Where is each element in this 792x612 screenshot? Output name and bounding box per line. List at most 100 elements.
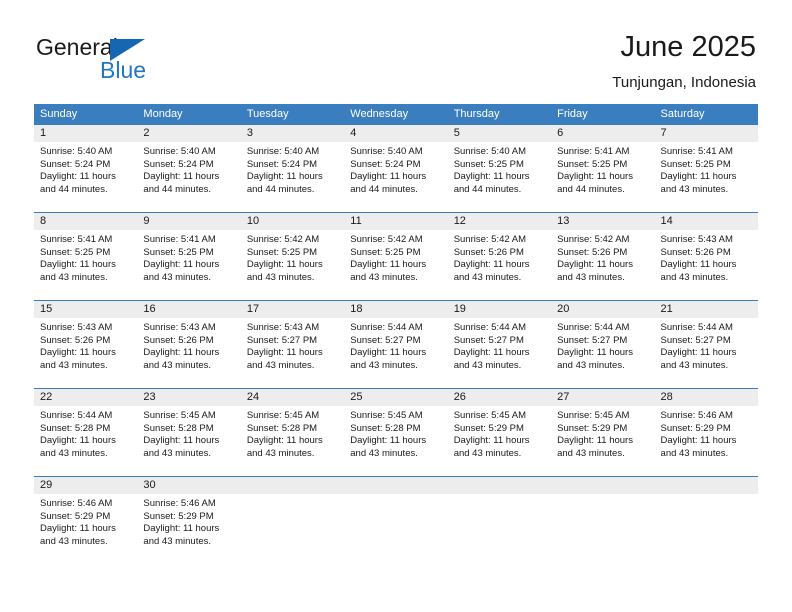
day-details: Sunrise: 5:42 AM Sunset: 5:25 PM Daylight:…: [344, 230, 447, 284]
daylight-text-line1: Daylight: 11 hours: [143, 171, 220, 183]
sunrise-text: Sunrise: 5:42 AM: [453, 234, 527, 245]
day-cell[interactable]: 13 Sunrise: 5:42 AM Sunset: 5:26 PM Dayligh…: [551, 213, 655, 293]
sunrise-text: Sunrise: 5:46 AM: [143, 498, 216, 509]
daylight-text-line2: and 43 minutes.: [246, 447, 315, 459]
day-cell[interactable]: 9 Sunrise: 5:41 AM Sunset: 5:25 PM Daylight…: [137, 213, 241, 293]
daylight-text-line1: Daylight: 11 hours: [557, 435, 633, 447]
daylight-text-line2: and 43 minutes.: [143, 271, 212, 283]
daylight-text-line1: Daylight: 11 hours: [557, 259, 633, 271]
sunrise-text: Sunrise: 5:44 AM: [660, 322, 733, 333]
day-details: Sunrise: 5:41 AM Sunset: 5:25 PM Daylight:…: [655, 142, 758, 196]
day-cell[interactable]: 10 Sunrise: 5:42 AM Sunset: 5:25 PM Dayligh…: [240, 213, 345, 293]
day-details: Sunrise: 5:40 AM Sunset: 5:24 PM Daylight:…: [137, 142, 240, 196]
day-cell[interactable]: 7 Sunrise: 5:41 AM Sunset: 5:25 PM Daylight…: [654, 125, 758, 205]
weekday-header-row: Sunday Monday Tuesday Wednesday Thursday Frid…: [34, 104, 758, 125]
day-cell[interactable]: 17 Sunrise: 5:43 AM Sunset: 5:27 PM Dayligh…: [240, 301, 345, 381]
day-number: [240, 477, 345, 494]
day-cell[interactable]: 15 Sunrise: 5:43 AM Sunset: 5:26 PM Dayligh…: [34, 301, 138, 381]
day-cell[interactable]: 14 Sunrise: 5:43 AM Sunset: 5:26 PM Dayligh…: [654, 213, 758, 293]
daylight-text-line1: Daylight: 11 hours: [40, 259, 116, 271]
day-cell[interactable]: 5 Sunrise: 5:40 AM Sunset: 5:25 PM Daylight…: [447, 125, 552, 205]
sunset-text: Sunset: 5:29 PM: [557, 422, 628, 434]
daylight-text-line2: and 43 minutes.: [660, 447, 729, 459]
day-number: 3: [240, 125, 345, 142]
logo-text-blue: Blue: [100, 57, 147, 83]
day-cell[interactable]: 29 Sunrise: 5:46 AM Sunset: 5:29 PM Dayligh…: [34, 477, 138, 557]
daylight-text-line1: Daylight: 11 hours: [660, 435, 737, 447]
sunrise-text: Sunrise: 5:41 AM: [660, 146, 733, 157]
daylight-text-line2: and 43 minutes.: [453, 447, 522, 459]
daylight-text-line1: Daylight: 11 hours: [557, 171, 633, 183]
day-cell[interactable]: 6 Sunrise: 5:41 AM Sunset: 5:25 PM Daylight…: [551, 125, 655, 205]
day-cell-empty: [240, 477, 345, 557]
day-cell[interactable]: 1 Sunrise: 5:40 AM Sunset: 5:24 PM Daylight…: [34, 125, 138, 205]
day-number: 2: [137, 125, 241, 142]
day-number: 16: [137, 301, 241, 318]
daylight-text-line1: Daylight: 11 hours: [453, 259, 530, 271]
sunset-text: Sunset: 5:29 PM: [660, 422, 731, 434]
day-details: Sunrise: 5:40 AM Sunset: 5:25 PM Daylight:…: [448, 142, 551, 196]
sunset-text: Sunset: 5:25 PM: [557, 158, 628, 170]
sunrise-text: Sunrise: 5:40 AM: [143, 146, 216, 157]
sunset-text: Sunset: 5:27 PM: [453, 334, 524, 346]
day-cell[interactable]: 18 Sunrise: 5:44 AM Sunset: 5:27 PM Dayligh…: [344, 301, 448, 381]
day-number: 10: [240, 213, 345, 230]
day-number: 8: [34, 213, 138, 230]
day-cell[interactable]: 25 Sunrise: 5:45 AM Sunset: 5:28 PM Dayligh…: [344, 389, 448, 469]
sunrise-text: Sunrise: 5:41 AM: [143, 234, 216, 245]
sunset-text: Sunset: 5:27 PM: [660, 334, 731, 346]
day-cell[interactable]: 27 Sunrise: 5:45 AM Sunset: 5:29 PM Dayligh…: [551, 389, 655, 469]
daylight-text-line1: Daylight: 11 hours: [453, 171, 530, 183]
day-details: Sunrise: 5:41 AM Sunset: 5:25 PM Daylight:…: [34, 230, 137, 284]
sunrise-text: Sunrise: 5:46 AM: [40, 498, 113, 509]
day-cell[interactable]: 28 Sunrise: 5:46 AM Sunset: 5:29 PM Dayligh…: [654, 389, 758, 469]
sunrise-text: Sunrise: 5:44 AM: [40, 410, 113, 421]
day-cell[interactable]: 22 Sunrise: 5:44 AM Sunset: 5:28 PM Dayligh…: [34, 389, 138, 469]
day-cell[interactable]: 30 Sunrise: 5:46 AM Sunset: 5:29 PM Dayligh…: [137, 477, 241, 557]
sunset-text: Sunset: 5:24 PM: [350, 158, 421, 170]
day-cell[interactable]: 3 Sunrise: 5:40 AM Sunset: 5:24 PM Daylight…: [240, 125, 345, 205]
sunset-text: Sunset: 5:27 PM: [246, 334, 318, 346]
day-details: Sunrise: 5:43 AM Sunset: 5:26 PM Daylight:…: [137, 318, 240, 372]
day-number: 30: [137, 477, 241, 494]
day-cell[interactable]: 24 Sunrise: 5:45 AM Sunset: 5:28 PM Dayligh…: [240, 389, 345, 469]
day-cell[interactable]: 8 Sunrise: 5:41 AM Sunset: 5:25 PM Daylight…: [34, 213, 138, 293]
day-cell[interactable]: 2 Sunrise: 5:40 AM Sunset: 5:24 PM Daylight…: [137, 125, 241, 205]
sunset-text: Sunset: 5:25 PM: [350, 246, 421, 258]
sunset-text: Sunset: 5:25 PM: [453, 158, 524, 170]
day-number: 27: [551, 389, 655, 406]
daylight-text-line2: and 43 minutes.: [350, 359, 418, 371]
day-cell[interactable]: 26 Sunrise: 5:45 AM Sunset: 5:29 PM Dayligh…: [447, 389, 552, 469]
sunrise-text: Sunrise: 5:44 AM: [453, 322, 527, 333]
sunrise-text: Sunrise: 5:44 AM: [350, 322, 423, 333]
day-cell[interactable]: 20 Sunrise: 5:44 AM Sunset: 5:27 PM Dayligh…: [551, 301, 655, 381]
day-cell[interactable]: 4 Sunrise: 5:40 AM Sunset: 5:24 PM Daylight…: [344, 125, 448, 205]
daylight-text-line2: and 43 minutes.: [143, 359, 212, 371]
day-cell-empty: [447, 477, 552, 557]
sunset-text: Sunset: 5:28 PM: [246, 422, 318, 434]
day-cell[interactable]: 21 Sunrise: 5:44 AM Sunset: 5:27 PM Dayligh…: [654, 301, 758, 381]
day-cell[interactable]: 12 Sunrise: 5:42 AM Sunset: 5:26 PM Dayligh…: [447, 213, 552, 293]
sunset-text: Sunset: 5:29 PM: [40, 510, 111, 522]
day-details: Sunrise: 5:42 AM Sunset: 5:26 PM Daylight:…: [551, 230, 654, 284]
title-block: June 2025 Tunjungan, Indonesia: [612, 30, 756, 92]
day-cell[interactable]: 16 Sunrise: 5:43 AM Sunset: 5:26 PM Dayligh…: [137, 301, 241, 381]
day-details: Sunrise: 5:45 AM Sunset: 5:29 PM Daylight:…: [448, 406, 551, 460]
daylight-text-line2: and 43 minutes.: [40, 271, 108, 283]
day-cell-empty: [551, 477, 655, 557]
sunrise-text: Sunrise: 5:42 AM: [557, 234, 630, 245]
day-cell[interactable]: 23 Sunrise: 5:45 AM Sunset: 5:28 PM Dayligh…: [137, 389, 241, 469]
daylight-text-line1: Daylight: 11 hours: [660, 347, 737, 359]
sunrise-text: Sunrise: 5:45 AM: [246, 410, 320, 421]
calendar-weeks: 1 Sunrise: 5:40 AM Sunset: 5:24 PM Daylight…: [34, 125, 758, 557]
sunrise-text: Sunrise: 5:42 AM: [246, 234, 320, 245]
day-cell[interactable]: 11 Sunrise: 5:42 AM Sunset: 5:25 PM Dayligh…: [344, 213, 448, 293]
generalblue-logo[interactable]: General Blue: [36, 34, 216, 86]
day-cell-empty: [344, 477, 448, 557]
day-cell[interactable]: 19 Sunrise: 5:44 AM Sunset: 5:27 PM Dayligh…: [447, 301, 552, 381]
sunset-text: Sunset: 5:24 PM: [40, 158, 111, 170]
daylight-text-line2: and 43 minutes.: [660, 271, 729, 283]
daylight-text-line1: Daylight: 11 hours: [40, 435, 116, 447]
day-details: Sunrise: 5:46 AM Sunset: 5:29 PM Daylight:…: [34, 494, 137, 548]
day-number: 24: [240, 389, 345, 406]
